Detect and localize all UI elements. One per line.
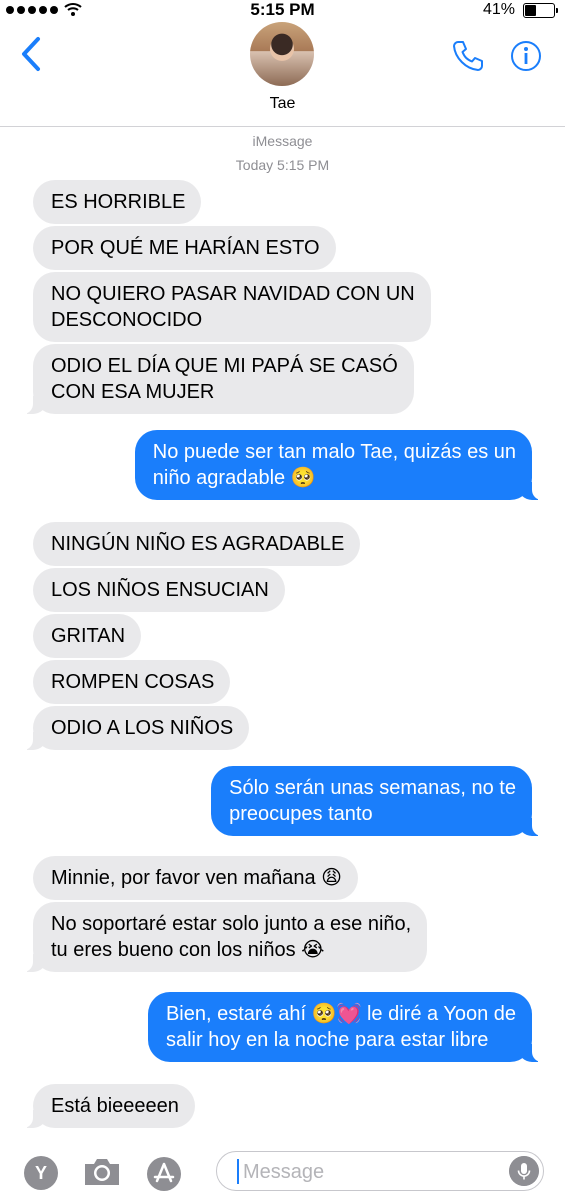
incoming-message[interactable]: NINGÚN NIÑO ES AGRADABLE [33, 522, 361, 566]
contact-name[interactable]: Tae [0, 94, 565, 114]
incoming-message[interactable]: Está bieeeeen [23, 1084, 195, 1128]
incoming-message[interactable]: NO QUIERO PASAR NAVIDAD CON UN DESCONOCI… [33, 272, 431, 342]
message-placeholder: Message [243, 1161, 325, 1183]
incoming-message[interactable]: ROMPEN COSAS [33, 660, 231, 704]
message-input[interactable]: Message [216, 1151, 544, 1191]
avatar[interactable] [250, 22, 314, 86]
conversation-header: Tae [0, 22, 565, 127]
camera-icon[interactable] [82, 1156, 122, 1188]
incoming-message[interactable]: No soportaré estar solo junto a ese niño… [22, 902, 428, 972]
digital-touch-button[interactable]: Y [24, 1156, 58, 1190]
incoming-message[interactable]: ODIO A LOS NIÑOS [22, 706, 250, 750]
incoming-message[interactable]: GRITAN [33, 614, 142, 658]
incoming-message[interactable]: POR QUÉ ME HARÍAN ESTO [33, 226, 336, 270]
status-time: 5:15 PM [250, 0, 315, 19]
app-store-icon[interactable] [146, 1156, 182, 1192]
outgoing-message[interactable]: Sólo serán unas semanas, no te preocupes… [211, 766, 542, 836]
incoming-message[interactable]: Minnie, por favor ven mañana 😩 [33, 856, 358, 900]
incoming-message[interactable]: ES HORRIBLE [33, 180, 202, 224]
incoming-message[interactable]: LOS NIÑOS ENSUCIAN [33, 568, 285, 612]
microphone-icon[interactable] [509, 1156, 539, 1186]
info-icon[interactable] [510, 40, 542, 72]
service-label: iMessage [252, 133, 313, 149]
incoming-message[interactable]: ODIO EL DÍA QUE MI PAPÁ SE CASÓ CON ESA … [23, 344, 414, 414]
status-bar: 5:15 PM 41% [0, 0, 565, 22]
phone-icon[interactable] [450, 38, 486, 74]
compose-bar: Y Message [0, 1140, 565, 1200]
chevron-left-icon[interactable] [18, 36, 44, 72]
outgoing-message[interactable]: No puede ser tan malo Tae, quizás es un … [134, 430, 543, 500]
battery-percent: 41% [482, 1, 515, 18]
thread-timestamp: Today 5:15 PM [235, 157, 330, 173]
battery-icon [523, 3, 558, 18]
outgoing-message[interactable]: Bien, estaré ahí 🥺💓 le diré a Yoon de sa… [147, 992, 543, 1062]
text-cursor [237, 1159, 239, 1184]
